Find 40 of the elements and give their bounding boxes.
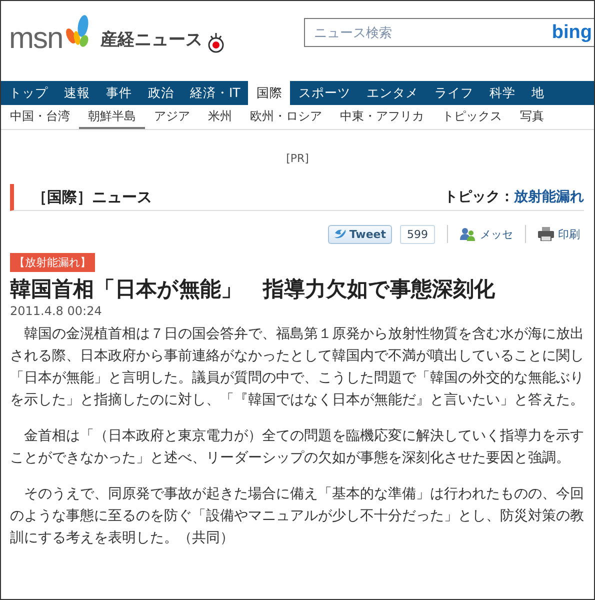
- topic-link[interactable]: 放射能漏れ: [514, 189, 584, 205]
- nav-tab[interactable]: 科学: [481, 81, 524, 105]
- nav-tab[interactable]: 地: [523, 81, 552, 105]
- butterfly-icon: [64, 14, 91, 50]
- tweet-button[interactable]: Tweet: [328, 224, 392, 244]
- subnav-link[interactable]: アジア: [145, 105, 199, 129]
- nav-tab[interactable]: 国際: [248, 81, 290, 105]
- nav-tab[interactable]: 速報: [56, 81, 98, 105]
- msn-logo-text: msn: [9, 24, 63, 54]
- subnav-link[interactable]: 中東・アフリカ: [331, 105, 433, 129]
- printer-icon: [538, 227, 554, 241]
- nav-tab[interactable]: ライフ: [426, 81, 482, 105]
- subnav-link[interactable]: 写真: [511, 105, 553, 129]
- nav-tab[interactable]: トップ: [1, 81, 56, 105]
- subnav-link[interactable]: トピックス: [433, 105, 511, 129]
- search-field[interactable]: ニュース検索 bing: [304, 18, 594, 47]
- nav-tab[interactable]: 事件: [98, 81, 140, 105]
- topic-tag[interactable]: 【放射能漏れ】: [10, 253, 95, 272]
- print-link[interactable]: 印刷: [538, 226, 580, 242]
- subnav-link[interactable]: 米州: [199, 105, 241, 129]
- bing-logo-text: bing: [552, 22, 593, 44]
- people-icon: [460, 227, 476, 241]
- article-paragraph: 金首相は「（日本政府と東京電力が）全ての問題を臨機応変に解決していく指導力を示すことができなかった」と述べ、リーダーシップの欠如が事態を深刻化させた要因と強調。: [10, 427, 585, 468]
- brand-name: 産経ニュース: [100, 28, 203, 50]
- message-link[interactable]: メッセ: [460, 226, 513, 242]
- nav-tab[interactable]: 経済・IT: [182, 81, 248, 105]
- pr-label: [PR]: [286, 152, 309, 165]
- section-title: ［国際］ニュース: [32, 188, 152, 206]
- subnav-link[interactable]: 中国・台湾: [1, 105, 79, 129]
- article-paragraph: そのうえで、同原発で事故が起きた場合に備え「基本的な準備」は行われたものの、今回のような事態に至るのを防ぐ「設備やマニュアルが少し不十分だった」とし、防災対策の教訓にする考えを表明した。（共同）: [10, 485, 585, 548]
- headline: 韓国首相「日本が無能」 指導力欠如で事態深刻化: [10, 276, 496, 303]
- topic-label: トピック：: [444, 189, 514, 205]
- nav-tab[interactable]: エンタメ: [358, 81, 426, 105]
- subnav-link[interactable]: 朝鮮半島: [79, 105, 145, 129]
- article-paragraph: 韓国の金滉植首相は７日の国会答弁で、福島第１原発から放射性物質を含む水が海に放出される際、日本政府から事前連絡がなかったとして韓国内で不満が噴出していることに関し「日本が無能」と言明した。議員が質問の中で、こうした問題で「韓国の外交的な無能ぶりを示した」と指摘したのに対し、「『韓国ではなく日本が無能だ』と言いたい」と答えた。: [10, 325, 585, 410]
- nav-tab[interactable]: 政治: [140, 81, 182, 105]
- tweet-count: 599: [400, 224, 435, 244]
- publish-date: 2011.4.8 00:24: [10, 304, 103, 318]
- nav-tab[interactable]: スポーツ: [290, 81, 358, 105]
- subnav-link[interactable]: 欧州・ロシア: [241, 105, 331, 129]
